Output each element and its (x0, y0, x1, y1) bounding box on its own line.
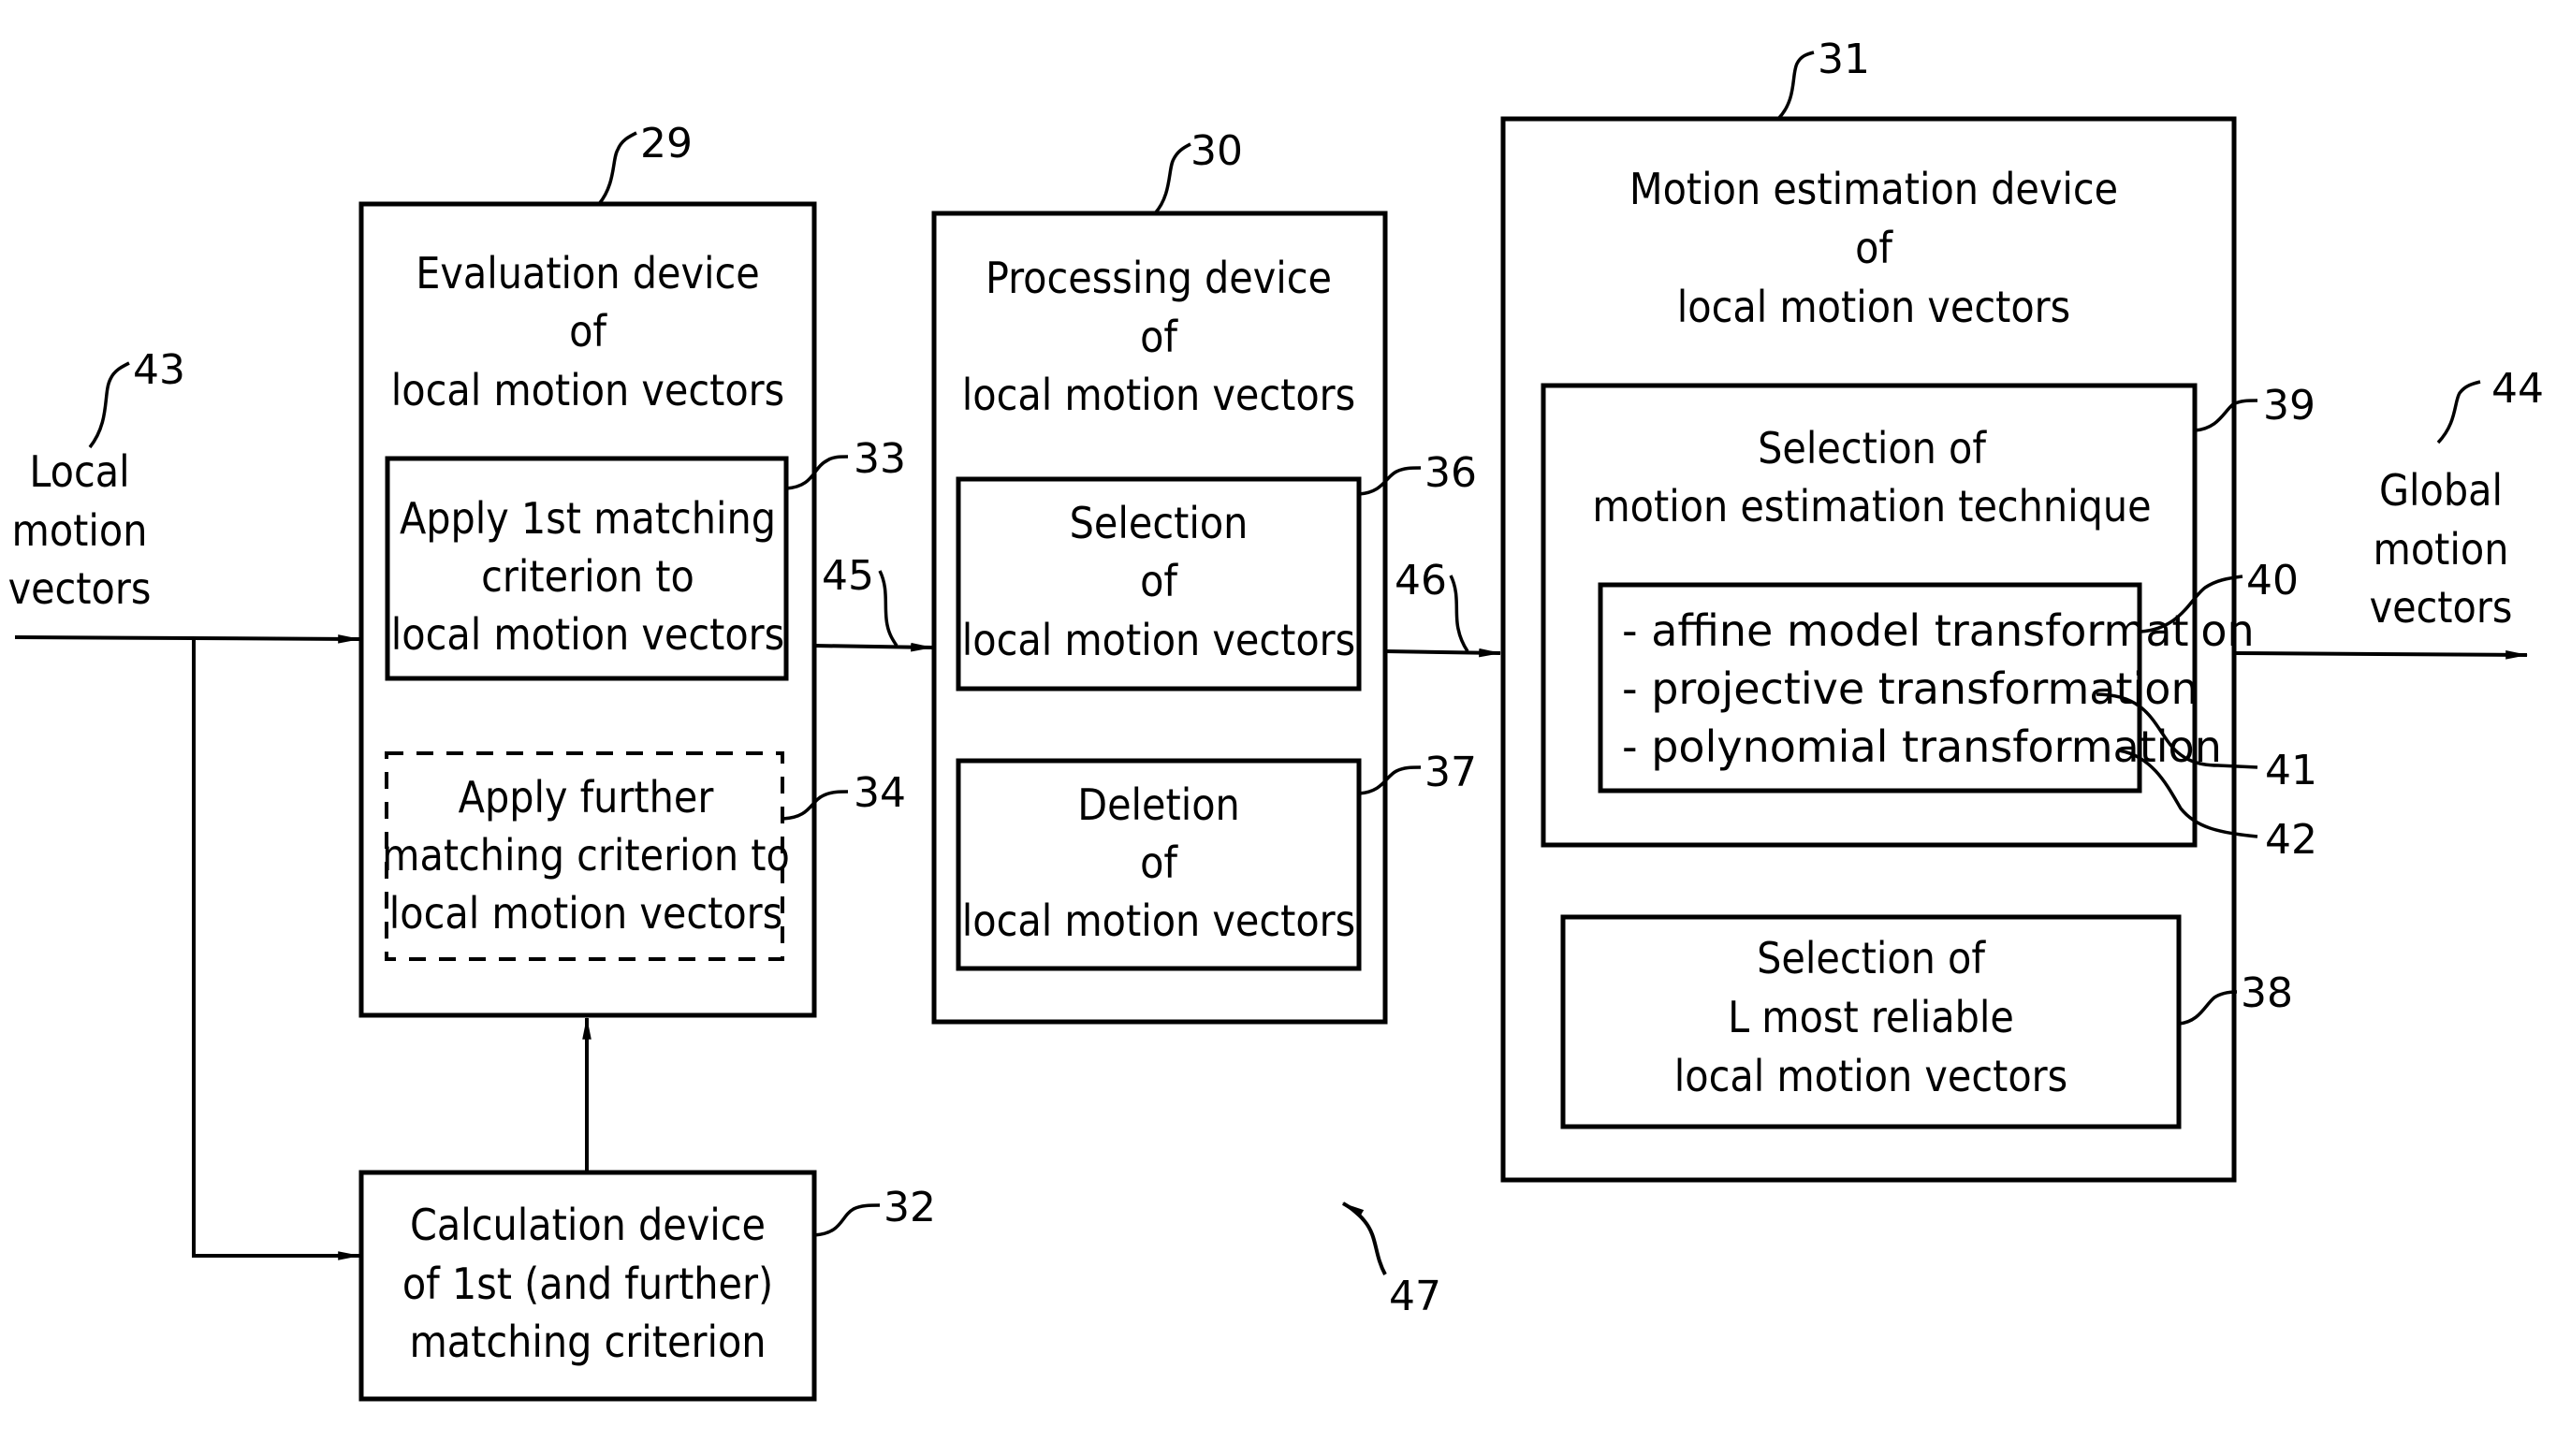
output-label-group: 44 Global motion vectors (2370, 365, 2544, 633)
selection-line-3: local motion vectors (962, 615, 1355, 665)
deletion-line-3: local motion vectors (962, 895, 1355, 946)
technique-affine: - affine model transformation (1622, 605, 2255, 656)
technique-selection-line-2: motion estimation technique (1592, 481, 2151, 531)
output-ref-leader (2436, 380, 2481, 444)
motion-estimation-ref-leader (1776, 51, 1815, 121)
first-criterion-line-1: Apply 1st matching (400, 493, 776, 544)
technique-polynomial-ref-number: 42 (2265, 816, 2317, 864)
evaluation-title-line-3: local motion vectors (391, 365, 784, 415)
technique-affine-ref-number: 40 (2246, 557, 2299, 604)
technique-selection-ref-number: 39 (2263, 382, 2315, 430)
processing-ref-number: 30 (1191, 127, 1243, 175)
reliable-selection-ref-number: 38 (2241, 969, 2293, 1017)
evaluation-ref-number: 29 (640, 120, 693, 167)
output-ref-number: 44 (2491, 365, 2544, 413)
reliable-selection-line-3: local motion vectors (1674, 1051, 2067, 1101)
further-criterion-line-1: Apply further (459, 772, 715, 823)
motion-estimation-title-line-1: Motion estimation device (1629, 164, 2118, 214)
input-ref-number: 43 (133, 346, 185, 394)
motion-estimation-ref-number: 31 (1818, 36, 1870, 83)
processing-ref-leader (1153, 142, 1191, 215)
motion-estimation-title-line-3: local motion vectors (1677, 282, 2070, 332)
motion-estimation-title-line-2: of (1855, 223, 1893, 273)
output-label-line-3: vectors (2370, 582, 2513, 633)
input-branch-to-calculation (192, 638, 361, 1260)
further-criterion-ref-number: 34 (854, 769, 906, 817)
selection-line-2: of (1140, 556, 1178, 606)
output-arrow (2233, 650, 2529, 660)
deletion-line-2: of (1140, 837, 1178, 888)
system-ref-number: 47 (1389, 1273, 1441, 1320)
input-arrow (14, 634, 361, 644)
deletion-ref-number: 37 (1424, 749, 1477, 796)
reliable-selection-line-1: Selection of (1757, 933, 1986, 983)
processing-title-line-1: Processing device (986, 253, 1332, 303)
evaluation-title-line-2: of (569, 306, 607, 357)
calculation-line-3: matching criterion (409, 1317, 766, 1367)
first-criterion-line-2: criterion to (481, 551, 694, 602)
input-label-line-3: vectors (8, 563, 152, 614)
technique-selection-line-1: Selection of (1758, 423, 1987, 473)
further-criterion-line-3: local motion vectors (389, 888, 782, 939)
input-ref-leader (88, 361, 130, 449)
output-label-line-1: Global (2379, 465, 2503, 516)
evaluation-ref-leader (597, 131, 637, 206)
system-ref-arrow (1341, 1201, 1387, 1275)
connection-45-ref: 45 (822, 552, 874, 600)
further-criterion-line-2: matching criterion to (382, 830, 790, 881)
input-label-line-1: Local (29, 446, 129, 497)
input-label-line-2: motion (12, 505, 148, 556)
input-label-group: 43 Local motion vectors (8, 346, 185, 614)
processing-title-line-2: of (1140, 312, 1178, 362)
calculation-line-1: Calculation device (410, 1200, 766, 1250)
calculation-line-2: of 1st (and further) (402, 1259, 773, 1309)
evaluation-title-line-1: Evaluation device (416, 248, 759, 298)
block-diagram: 43 Local motion vectors 29 Evaluation de… (8, 36, 2544, 1402)
connection-45-leader (878, 570, 898, 647)
calculation-ref-leader (813, 1203, 881, 1237)
selection-line-1: Selection (1070, 498, 1249, 548)
technique-projective: - projective transformation (1622, 663, 2198, 714)
connection-46-ref: 46 (1395, 557, 1447, 604)
connection-46-leader (1449, 575, 1469, 652)
evaluation-to-processing-arrow (813, 642, 934, 652)
reliable-selection-line-2: L most reliable (1728, 992, 2014, 1042)
processing-title-line-3: local motion vectors (962, 370, 1355, 420)
motion-estimation-device-block: 31 Motion estimation device of local mot… (1500, 36, 2317, 1183)
calculation-device-block: Calculation device of 1st (and further) … (358, 1170, 936, 1402)
selection-ref-number: 36 (1424, 449, 1477, 497)
output-label-line-2: motion (2374, 524, 2509, 575)
first-criterion-ref-number: 33 (854, 435, 906, 483)
first-criterion-line-3: local motion vectors (391, 609, 784, 660)
technique-projective-ref-number: 41 (2265, 747, 2317, 794)
technique-polynomial: - polynomial transformation (1622, 721, 2222, 772)
processing-to-estimation-arrow (1384, 648, 1502, 658)
deletion-line-1: Deletion (1077, 779, 1240, 830)
calculation-ref-number: 32 (884, 1184, 936, 1231)
